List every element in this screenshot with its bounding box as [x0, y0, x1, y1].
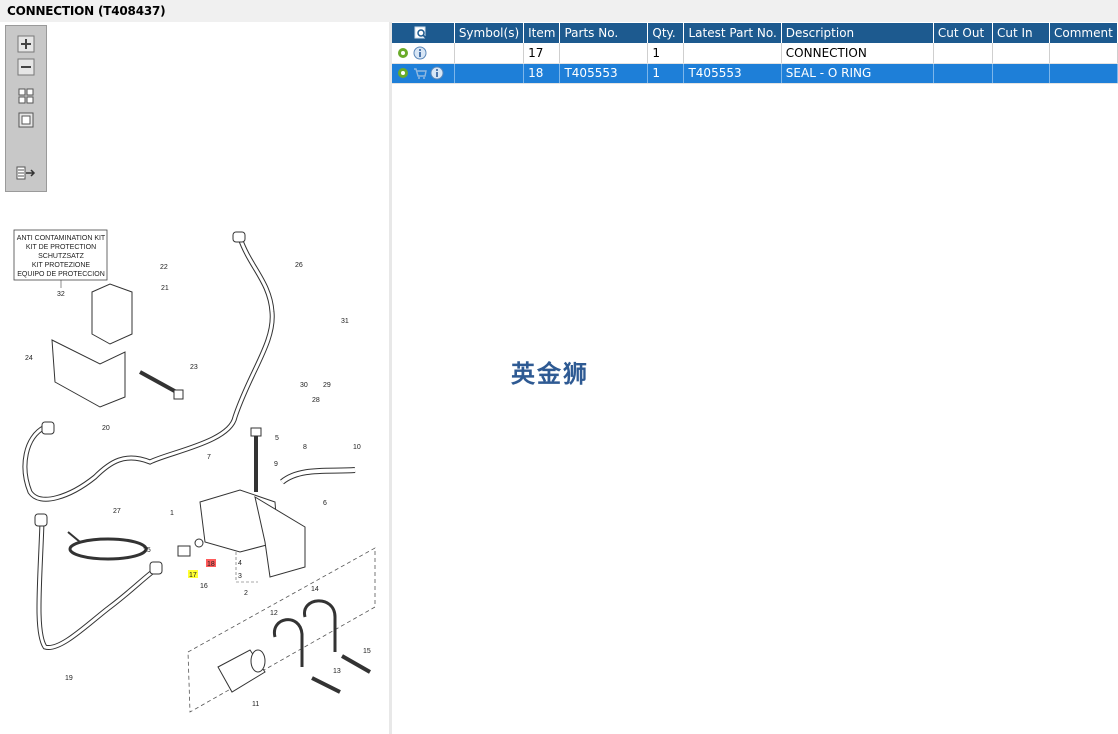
svg-text:15: 15	[363, 648, 371, 655]
parts-table: Symbol(s) Item Parts No. Qty. Latest Par…	[392, 23, 1118, 84]
svg-text:ANTI CONTAMINATION KIT: ANTI CONTAMINATION KIT	[17, 235, 106, 242]
info-icon[interactable]	[430, 66, 444, 80]
cell-symbols	[454, 43, 525, 64]
cart-icon[interactable]	[413, 66, 427, 80]
cell-description: CONNECTION	[781, 43, 934, 64]
cell-latest-part-no: T405553	[683, 63, 782, 84]
fit-window-icon	[18, 88, 34, 104]
column-header-cut-in[interactable]: Cut In	[992, 23, 1051, 43]
svg-text:22: 22	[160, 264, 168, 271]
info-icon[interactable]	[413, 46, 427, 60]
svg-text:18: 18	[207, 561, 215, 568]
diagram-pane[interactable]: ANTI CONTAMINATION KIT KIT DE PROTECTION…	[0, 22, 389, 734]
cell-item: 17	[523, 43, 561, 64]
column-header-description[interactable]: Description	[781, 23, 934, 43]
svg-text:4: 4	[238, 560, 242, 567]
svg-text:17: 17	[189, 572, 197, 579]
column-header-latest-part-no[interactable]: Latest Part No.	[683, 23, 782, 43]
zoom-in-button[interactable]	[15, 34, 37, 54]
column-header-comment[interactable]: Comment	[1049, 23, 1118, 43]
export-list-icon	[16, 166, 36, 180]
column-header-qty[interactable]: Qty.	[647, 23, 685, 43]
actual-size-button[interactable]	[15, 110, 37, 130]
svg-text:11: 11	[252, 701, 259, 708]
svg-text:14: 14	[311, 586, 319, 593]
svg-text:2: 2	[244, 590, 248, 597]
svg-text:20: 20	[102, 425, 110, 432]
cell-cut-out	[933, 63, 993, 84]
svg-text:24: 24	[25, 355, 33, 362]
svg-text:KIT DE PROTECTION: KIT DE PROTECTION	[26, 244, 96, 251]
title-bar: CONNECTION (T408437)	[0, 0, 1118, 22]
column-header-symbols[interactable]: Symbol(s)	[454, 23, 525, 43]
svg-text:10: 10	[353, 444, 361, 451]
cell-symbols	[454, 63, 525, 84]
anti-contamination-kit-box: ANTI CONTAMINATION KIT KIT DE PROTECTION…	[13, 229, 108, 288]
column-header-item[interactable]: Item	[523, 23, 561, 43]
window-title: CONNECTION (T408437)	[7, 4, 166, 18]
svg-text:16: 16	[200, 583, 208, 590]
row-actions	[392, 63, 455, 84]
svg-text:23: 23	[190, 364, 198, 371]
svg-text:27: 27	[113, 508, 121, 515]
cell-parts-no: T405553	[559, 63, 649, 84]
cell-comment	[1049, 43, 1118, 64]
cell-qty: 1	[647, 43, 685, 64]
watermark-text: 英金狮	[511, 360, 589, 388]
svg-text:8: 8	[303, 444, 307, 451]
svg-text:25: 25	[143, 547, 151, 554]
svg-text:28: 28	[312, 397, 320, 404]
column-header-cut-out[interactable]: Cut Out	[933, 23, 993, 43]
table-row-selected[interactable]: 18 T405553 1 T405553 SEAL - O RING	[392, 63, 1118, 84]
zoom-in-icon	[17, 35, 35, 53]
fit-window-button[interactable]	[15, 86, 37, 106]
svg-text:7: 7	[207, 454, 211, 461]
cell-comment	[1049, 63, 1118, 84]
cell-latest-part-no	[683, 43, 782, 64]
gear-icon[interactable]	[396, 46, 410, 60]
svg-text:30: 30	[300, 382, 308, 389]
cell-cut-in	[992, 43, 1051, 64]
svg-text:1: 1	[170, 510, 174, 517]
parts-list-pane: Symbol(s) Item Parts No. Qty. Latest Par…	[392, 22, 1118, 734]
zoom-out-button[interactable]	[15, 57, 37, 77]
svg-text:5: 5	[275, 435, 279, 442]
svg-text:3: 3	[238, 573, 242, 580]
svg-text:12: 12	[270, 610, 278, 617]
svg-text:31: 31	[341, 318, 349, 325]
svg-text:29: 29	[323, 382, 331, 389]
svg-text:EQUIPO DE PROTECCION: EQUIPO DE PROTECCION	[17, 271, 105, 278]
svg-text:19: 19	[65, 675, 73, 682]
actual-size-icon	[18, 112, 34, 128]
cell-parts-no	[559, 43, 649, 64]
cell-description: SEAL - O RING	[781, 63, 934, 84]
svg-text:SCHUTZSATZ: SCHUTZSATZ	[38, 253, 84, 260]
column-header-parts-no[interactable]: Parts No.	[559, 23, 649, 43]
svg-text:9: 9	[274, 461, 278, 468]
table-header-row: Symbol(s) Item Parts No. Qty. Latest Par…	[392, 23, 1118, 43]
svg-text:21: 21	[161, 285, 169, 292]
cell-item: 18	[523, 63, 561, 84]
search-list-icon	[414, 26, 429, 40]
cell-qty: 1	[647, 63, 685, 84]
column-header-search[interactable]	[392, 23, 455, 43]
cell-cut-out	[933, 43, 993, 64]
svg-text:13: 13	[333, 668, 341, 675]
svg-text:26: 26	[295, 262, 303, 269]
zoom-out-icon	[17, 58, 35, 76]
table-row[interactable]: 17 1 CONNECTION	[392, 43, 1118, 64]
svg-text:6: 6	[323, 500, 327, 507]
cell-cut-in	[992, 63, 1051, 84]
svg-text:KIT PROTEZIONE: KIT PROTEZIONE	[32, 262, 91, 269]
export-list-button[interactable]	[15, 163, 37, 183]
exploded-parts-diagram[interactable]: ANTI CONTAMINATION KIT KIT DE PROTECTION…	[0, 204, 389, 734]
svg-text:32: 32	[57, 291, 65, 298]
row-actions	[392, 43, 455, 64]
diagram-toolbar	[5, 25, 47, 192]
gear-icon[interactable]	[396, 66, 410, 80]
